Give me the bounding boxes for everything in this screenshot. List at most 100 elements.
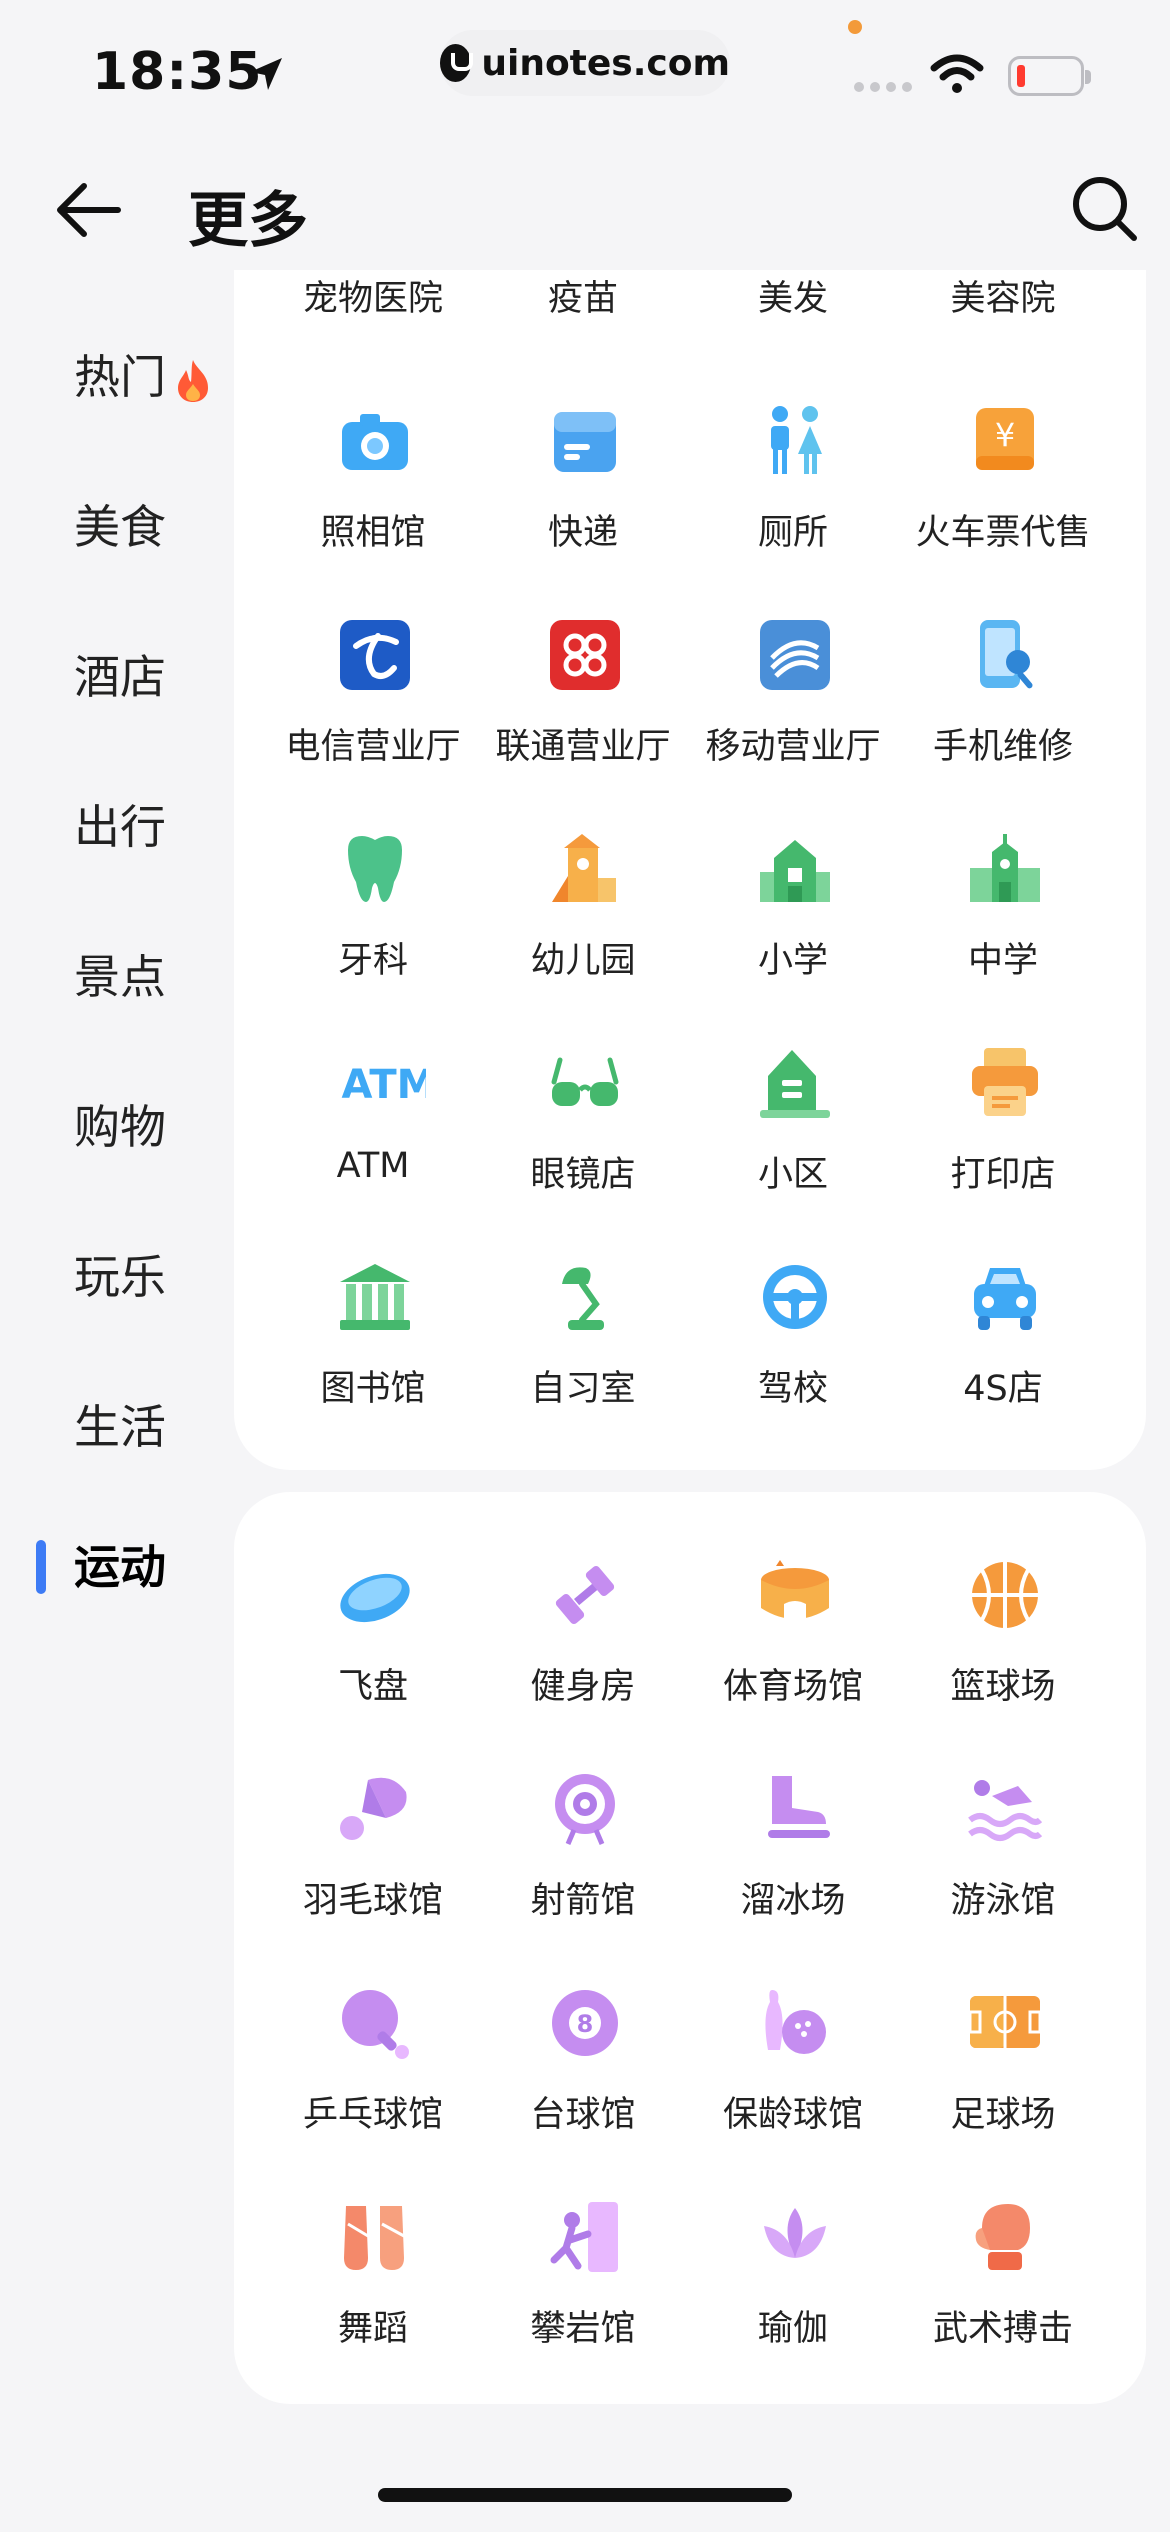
grid-item-label: 美容院 (950, 279, 1056, 319)
grid-item-label: 武术搏击 (932, 2309, 1073, 2349)
grid-item-telecom[interactable]: 电信营业厅 (268, 618, 478, 818)
grid-item-train-ticket[interactable]: ¥ 火车票代售 (898, 404, 1108, 604)
swimmer-icon (968, 1780, 1042, 1841)
sidebar-item-hot[interactable]: 热门 (74, 342, 214, 412)
back-arrow-icon[interactable] (52, 178, 124, 242)
grid-item-mobile[interactable]: 移动营业厅 (688, 618, 898, 818)
life-services-card: 宠物医院 疫苗 美发 美容院 照相馆 快递 厕所 ¥ 火车票代售 电信营业厅 联… (234, 270, 1146, 1470)
basketball-icon (972, 1562, 1038, 1628)
fire-icon (178, 359, 208, 402)
community-icon (760, 1050, 830, 1118)
grid-item-basketball[interactable]: 篮球场 (898, 1558, 1108, 1758)
grid-item-print-shop[interactable]: 打印店 (898, 1046, 1108, 1246)
dumbbell-icon (555, 1566, 615, 1624)
middle-school-icon (970, 834, 1040, 902)
url-pill[interactable]: uinotes.com (440, 30, 730, 96)
svg-text:8: 8 (577, 2010, 594, 2038)
grid-item-library[interactable]: 图书馆 (268, 1260, 478, 1460)
wifi-icon (930, 54, 984, 93)
grid-item-4s-store[interactable]: 4S店 (898, 1260, 1108, 1460)
grid-item-study-room[interactable]: 自习室 (478, 1260, 688, 1460)
ticket-icon: ¥ (976, 408, 1034, 470)
svg-text:¥: ¥ (995, 416, 1015, 454)
ping-pong-icon (342, 1990, 409, 2059)
grid-item-martial-arts[interactable]: 武术搏击 (898, 2200, 1108, 2400)
billiard-ball-icon: 8 (552, 1990, 618, 2056)
grid-item-archery[interactable]: 射箭馆 (478, 1772, 688, 1972)
grid-item-badminton[interactable]: 羽毛球馆 (268, 1772, 478, 1972)
grid-item-frisbee[interactable]: 飞盘 (268, 1558, 478, 1758)
unicom-icon (550, 620, 620, 690)
mobile-icon (760, 620, 830, 690)
grid-item-billiards[interactable]: 8 台球馆 (478, 1986, 688, 2186)
archery-target-icon (555, 1774, 615, 1845)
grid-item-label: 中学 (967, 941, 1038, 981)
status-bar: 18:35 uinotes.com (0, 0, 1170, 140)
grid-item-express[interactable]: 快递 (478, 404, 688, 604)
bowling-icon (765, 1990, 826, 2054)
sidebar-item-scenic[interactable]: 景点 (74, 942, 166, 1012)
car-icon (974, 1268, 1036, 1330)
primary-school-icon (760, 840, 830, 902)
grid-item-primary-school[interactable]: 小学 (688, 832, 898, 1032)
sidebar-item-shopping[interactable]: 购物 (74, 1092, 166, 1162)
grid-item-phone-repair[interactable]: 手机维修 (898, 618, 1108, 818)
page-title: 更多 (188, 186, 308, 256)
grid-item-stadium[interactable]: 体育场馆 (688, 1558, 898, 1758)
grid-item-bowling[interactable]: 保龄球馆 (688, 1986, 898, 2186)
skate-icon (768, 1776, 830, 1838)
glasses-icon (551, 1057, 619, 1106)
camera-icon (342, 414, 408, 470)
grid-item-yoga[interactable]: 瑜伽 (688, 2200, 898, 2400)
grid-item-middle-school[interactable]: 中学 (898, 832, 1108, 1032)
sidebar-item-life[interactable]: 生活 (74, 1392, 166, 1462)
grid-item-unicom[interactable]: 联通营业厅 (478, 618, 688, 818)
category-sidebar: 热门 美食 酒店 出行 景点 购物 玩乐 生活 运动 (0, 270, 234, 2470)
shuttlecock-icon (340, 1777, 407, 1840)
boxing-glove-icon (975, 2204, 1030, 2270)
grid-item-label: 打印店 (950, 1155, 1056, 1195)
restroom-icon (771, 406, 822, 474)
grid-item-football-field[interactable]: 足球场 (898, 1986, 1108, 2186)
sidebar-item-food[interactable]: 美食 (74, 492, 166, 562)
grid-item-optician[interactable]: 眼镜店 (478, 1046, 688, 1246)
grid-item-dentist[interactable]: 牙科 (268, 832, 478, 1032)
status-time: 18:35 (92, 42, 263, 102)
sidebar-item-fun[interactable]: 玩乐 (74, 1242, 166, 1312)
sports-card: 飞盘 健身房 体育场馆 篮球场 羽毛球馆 射箭馆 溜冰场 游泳馆 乒乓球馆 8 … (234, 1492, 1146, 2404)
location-arrow-icon (250, 58, 282, 90)
grid-item-ice-rink[interactable]: 溜冰场 (688, 1772, 898, 1972)
grid-item-gym[interactable]: 健身房 (478, 1558, 688, 1758)
atm-icon: ATM (342, 1062, 426, 1108)
grid-item-community[interactable]: 小区 (688, 1046, 898, 1246)
steering-wheel-icon (763, 1265, 827, 1329)
sidebar-item-hotel[interactable]: 酒店 (74, 642, 166, 712)
grid-item-atm[interactable]: ATM ATM (268, 1046, 478, 1246)
library-icon (340, 1264, 410, 1330)
grid-item-swimming-pool[interactable]: 游泳馆 (898, 1772, 1108, 1972)
home-indicator[interactable] (378, 2488, 792, 2502)
grid-item-label: 手机维修 (932, 727, 1073, 767)
cellular-signal-icon (854, 82, 912, 92)
grid-item-photo-studio[interactable]: 照相馆 (268, 404, 478, 604)
grid-item-ping-pong[interactable]: 乒乓球馆 (268, 1986, 478, 2186)
privacy-indicator (848, 20, 862, 34)
kindergarten-icon (552, 834, 616, 902)
grid-item-dance[interactable]: 舞蹈 (268, 2200, 478, 2400)
grid-item-kindergarten[interactable]: 幼儿园 (478, 832, 688, 1032)
grid-item-label: 火车票代售 (915, 513, 1091, 553)
svg-text:ATM: ATM (342, 1062, 426, 1108)
site-logo-icon (440, 44, 474, 82)
grid-item-driving-school[interactable]: 驾校 (688, 1260, 898, 1460)
climbing-icon (550, 2202, 618, 2272)
grid-item-restroom[interactable]: 厕所 (688, 404, 898, 604)
search-icon[interactable] (1068, 172, 1140, 244)
grid-item-label: 游泳馆 (950, 1881, 1056, 1921)
grid-item-label: 足球场 (950, 2095, 1056, 2135)
sidebar-item-label: 热门 (74, 350, 166, 404)
sidebar-item-sports[interactable]: 运动 (74, 1532, 166, 1602)
lotus-icon (764, 2208, 826, 2258)
grid-item-climbing[interactable]: 攀岩馆 (478, 2200, 688, 2400)
sidebar-item-travel[interactable]: 出行 (74, 792, 166, 862)
header: 更多 (0, 150, 1170, 270)
